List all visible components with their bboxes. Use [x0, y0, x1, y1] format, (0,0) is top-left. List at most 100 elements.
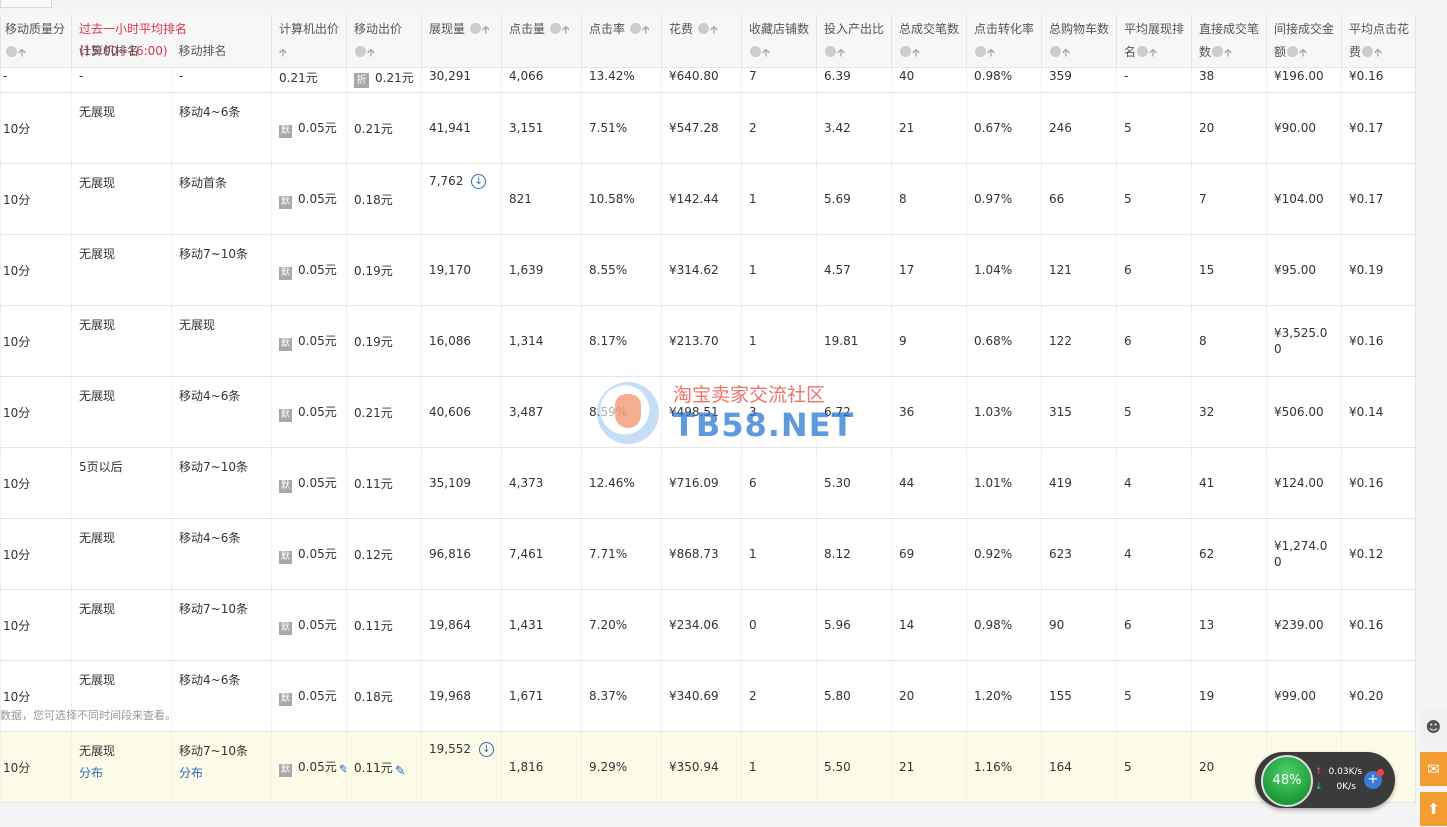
- edit-pencil-icon[interactable]: ✎: [339, 763, 346, 778]
- col-pc-bid[interactable]: 计算机出价 🡱: [271, 15, 347, 68]
- mobile-rank-text: 移动4~6条: [179, 673, 241, 687]
- discount-badge-icon: 折: [354, 73, 369, 88]
- cell-cvr-value: 1.20%: [974, 689, 1013, 703]
- col-quality[interactable]: 移动质量分 🡱: [0, 15, 72, 68]
- col-ctr[interactable]: 点击率 🡱: [581, 15, 662, 68]
- col-impressions[interactable]: 展现量 🡱: [421, 15, 502, 68]
- col-mobile-bid[interactable]: 移动出价 🡱: [346, 15, 422, 68]
- sort-icon[interactable]: 🡱: [1299, 41, 1307, 64]
- help-icon[interactable]: [1137, 46, 1149, 57]
- sort-icon[interactable]: 🡱: [367, 41, 375, 64]
- cell-orders: 69: [891, 518, 967, 590]
- cell-mobile-bid: 0.11元: [346, 589, 422, 661]
- default-bid-badge-icon: 默: [279, 124, 292, 138]
- help-icon[interactable]: [1287, 46, 1299, 57]
- cell-direct-orders-value: 20: [1199, 121, 1215, 135]
- cell-pc-rank: 无展现: [71, 234, 172, 306]
- pc-bid-value: 0.05元: [298, 120, 337, 135]
- help-icon[interactable]: [629, 23, 641, 34]
- cell-ctr-value: 12.46%: [589, 476, 635, 490]
- sort-icon[interactable]: 🡱: [1062, 41, 1070, 64]
- mobile-bid-value: 0.18元: [354, 689, 393, 704]
- cell-mobile-rank: 无展现: [171, 305, 272, 377]
- cell-cpc-value: ¥0.16: [1349, 334, 1384, 348]
- help-icon[interactable]: [549, 23, 561, 34]
- back-to-top-icon[interactable]: ⬆: [1420, 792, 1447, 826]
- sort-icon[interactable]: 🡱: [1149, 41, 1157, 64]
- sort-icon[interactable]: 🡱: [482, 18, 490, 41]
- download-icon[interactable]: ↓: [479, 742, 494, 757]
- help-icon[interactable]: [355, 46, 366, 57]
- col-roi[interactable]: 投入产出比 🡱: [816, 15, 892, 68]
- distribution-link[interactable]: 分布: [179, 764, 265, 781]
- help-icon[interactable]: [6, 46, 17, 57]
- customer-service-icon[interactable]: ☻: [1420, 710, 1447, 744]
- cell-cvr: 1.03%: [966, 376, 1042, 448]
- sort-icon[interactable]: 🡱: [562, 18, 570, 41]
- help-icon[interactable]: [1050, 46, 1061, 57]
- cell-direct-orders: 62: [1191, 518, 1267, 590]
- help-icon[interactable]: [469, 23, 481, 34]
- distribution-link[interactable]: 分布: [79, 764, 165, 781]
- help-icon[interactable]: [750, 46, 761, 57]
- col-clicks[interactable]: 点击量 🡱: [501, 15, 582, 68]
- cell-clicks-value: 3,487: [509, 405, 544, 419]
- mobile-rank-text: 移动7~10条: [179, 744, 248, 758]
- sort-icon[interactable]: 🡱: [837, 41, 845, 64]
- sort-icon[interactable]: 🡱: [1224, 41, 1232, 64]
- sort-icon[interactable]: 🡱: [1374, 41, 1382, 64]
- cell-pc-bid: 默 0.05元: [271, 234, 347, 306]
- network-monitor-widget[interactable]: 48% ↑ 0.03K/s ↓ 0K/s +: [1255, 752, 1395, 808]
- cell-favorites-value: 1: [749, 334, 757, 348]
- download-icon[interactable]: ↓: [471, 174, 487, 189]
- col-cpc[interactable]: 平均点击花费 🡱: [1341, 15, 1416, 68]
- cell-impressions: 41,941: [421, 92, 502, 164]
- help-icon[interactable]: [975, 46, 986, 57]
- cell-impressions-value: 96,816: [429, 547, 471, 561]
- top-tab-stub[interactable]: [0, 0, 52, 8]
- col-indirect-amount[interactable]: 间接成交金额 🡱: [1266, 15, 1342, 68]
- col-favorites[interactable]: 收藏店铺数 🡱: [741, 15, 817, 68]
- cell-cart: 90: [1041, 589, 1117, 661]
- col-direct-orders[interactable]: 直接成交笔数 🡱: [1191, 15, 1267, 68]
- help-icon[interactable]: [1362, 46, 1374, 57]
- sort-icon[interactable]: 🡱: [18, 41, 26, 64]
- col-cvr[interactable]: 点击转化率 🡱: [966, 15, 1042, 68]
- col-orders[interactable]: 总成交笔数 🡱: [891, 15, 967, 68]
- cell-favorites: 1: [741, 234, 817, 306]
- col-cart[interactable]: 总购物车数 🡱: [1041, 15, 1117, 68]
- sort-icon[interactable]: 🡱: [762, 41, 770, 64]
- col-avg-pos[interactable]: 平均展现排名 🡱: [1116, 15, 1192, 68]
- memory-usage-gauge[interactable]: 48%: [1261, 755, 1313, 807]
- cell-clicks-value: 7,461: [509, 547, 544, 561]
- help-icon[interactable]: [825, 46, 836, 57]
- cell-clicks: 1,639: [501, 234, 582, 306]
- cell-ctr-value: 8.55%: [589, 263, 628, 277]
- cell-cpc-value: ¥0.20: [1349, 689, 1384, 703]
- help-icon[interactable]: [900, 46, 911, 57]
- cell-cvr-value: 1.16%: [974, 760, 1013, 774]
- help-icon[interactable]: [697, 23, 709, 34]
- col-cost[interactable]: 花费 🡱: [661, 15, 742, 68]
- feedback-icon[interactable]: ✉: [1420, 752, 1447, 786]
- sort-icon[interactable]: 🡱: [279, 41, 287, 64]
- cell-cvr-value: 0.97%: [974, 192, 1013, 206]
- cell-ctr: 8.59%: [581, 376, 662, 448]
- edit-pencil-icon[interactable]: ✎: [395, 764, 406, 779]
- cell-indirect-amount-value: ¥99.00: [1274, 689, 1316, 703]
- cell-cvr: 0.97%: [966, 163, 1042, 235]
- sort-icon[interactable]: 🡱: [987, 41, 995, 64]
- col-pc-rank: 计算机排名: [79, 44, 140, 58]
- cell-cvr-value: 0.92%: [974, 547, 1013, 561]
- sort-icon[interactable]: 🡱: [642, 18, 650, 41]
- cell-impressions: 19,552 ↓: [421, 731, 502, 803]
- cell-mobile-rank: 移动7~10条: [171, 447, 272, 519]
- cell-pc-bid: 默 0.05元: [271, 447, 347, 519]
- sort-icon[interactable]: 🡱: [710, 18, 718, 41]
- cell-orders: 40: [891, 67, 967, 93]
- help-icon[interactable]: [1212, 46, 1224, 57]
- table-row: 10分 无展现 无展现默 0.05元 0.19元 16,086 1,314 8.17% ¥213…: [0, 305, 1416, 377]
- cell-pc-rank: 无展现 分布: [71, 731, 172, 803]
- sort-icon[interactable]: 🡱: [912, 41, 920, 64]
- cell-roi: 19.81: [816, 305, 892, 377]
